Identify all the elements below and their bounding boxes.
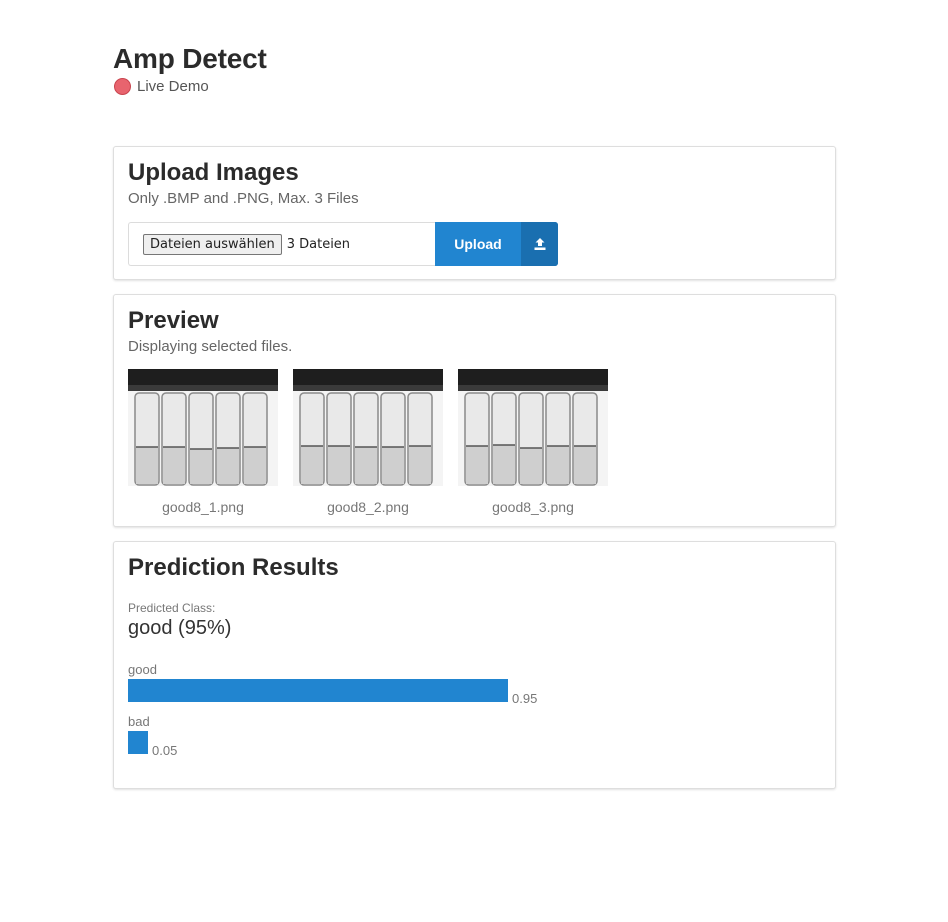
preview-thumbnail: good8_1.png (128, 369, 278, 515)
choose-files-button[interactable]: Dateien auswählen (143, 233, 282, 255)
app-header: Amp Detect Live Demo (113, 42, 267, 95)
predicted-class-value: good (95%) (128, 617, 232, 639)
vial-image (293, 369, 443, 494)
bar-fill (128, 731, 148, 754)
app-title: Amp Detect (113, 43, 267, 74)
preview-thumbnail: good8_3.png (458, 369, 608, 515)
bar-label: bad (128, 714, 150, 729)
bar-fill (128, 679, 508, 702)
vial-image (128, 369, 278, 494)
upload-subtitle: Only .BMP and .PNG, Max. 3 Files (128, 190, 359, 207)
results-card: Prediction Results Predicted Class: good… (113, 541, 836, 789)
predicted-class-label: Predicted Class: (128, 601, 216, 615)
bar-track (128, 731, 148, 754)
upload-button[interactable]: Upload (435, 222, 558, 266)
thumbnail-filename: good8_1.png (162, 499, 244, 515)
probability-bar-bad: bad 0.05 (128, 714, 821, 758)
upload-icon (521, 222, 558, 266)
preview-thumbnails: good8_1.png good8_2.png good8_3.png (128, 369, 821, 515)
bar-label: good (128, 662, 157, 677)
file-input[interactable]: Dateien auswählen 3 Dateien (128, 222, 435, 266)
results-title: Prediction Results (128, 554, 339, 581)
bar-track (128, 679, 508, 702)
preview-card: Preview Displaying selected files. good8… (113, 294, 836, 527)
preview-thumbnail: good8_2.png (293, 369, 443, 515)
probability-bar-good: good 0.95 (128, 662, 821, 706)
selected-file-count: 3 Dateien (286, 236, 351, 252)
live-status: Live Demo (113, 78, 267, 95)
vial-image (458, 369, 608, 494)
upload-form: Dateien auswählen 3 Dateien Upload (128, 222, 821, 266)
upload-card: Upload Images Only .BMP and .PNG, Max. 3… (113, 146, 836, 280)
preview-title: Preview (128, 307, 219, 334)
bar-value: 0.05 (152, 743, 178, 758)
live-status-label: Live Demo (137, 78, 209, 95)
bar-value: 0.95 (512, 691, 538, 706)
upload-title: Upload Images (128, 159, 299, 186)
preview-subtitle: Displaying selected files. (128, 338, 293, 355)
upload-button-label: Upload (454, 236, 502, 252)
thumbnail-filename: good8_3.png (492, 499, 574, 515)
live-status-dot-icon (114, 78, 131, 95)
thumbnail-filename: good8_2.png (327, 499, 409, 515)
